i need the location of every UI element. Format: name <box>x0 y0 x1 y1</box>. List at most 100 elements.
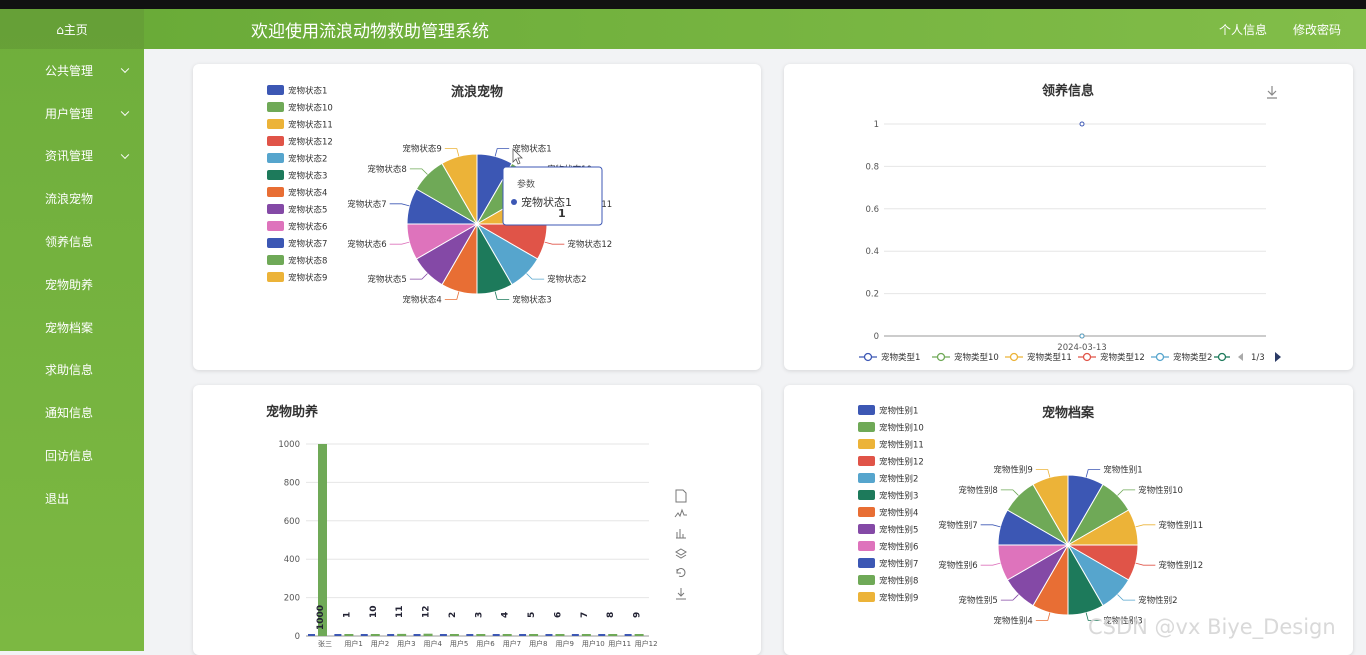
prev-page-icon[interactable] <box>1238 353 1243 361</box>
bar[interactable] <box>571 634 579 636</box>
legend-label[interactable]: 宠物性别6 <box>879 542 918 553</box>
legend-label[interactable]: 宠物性别2 <box>879 474 918 485</box>
sidebar-item-4[interactable]: 领养信息 <box>0 220 144 263</box>
legend-label[interactable]: 宠物性别9 <box>879 593 918 604</box>
legend-label[interactable]: 宠物类型1 <box>881 352 920 363</box>
legend-marker[interactable] <box>1155 352 1165 362</box>
legend-swatch[interactable] <box>858 524 875 534</box>
sidebar-item-3[interactable]: 流浪宠物 <box>0 177 144 220</box>
legend-label[interactable]: 宠物性别4 <box>879 508 918 519</box>
legend-label[interactable]: 宠物性别5 <box>879 525 918 536</box>
legend-label[interactable]: 宠物类型12 <box>1100 352 1145 363</box>
sidebar-home[interactable]: ⌂主页 <box>0 9 144 49</box>
legend-label[interactable]: 宠物性别1 <box>879 406 918 417</box>
legend-swatch[interactable] <box>267 153 284 163</box>
legend-swatch[interactable] <box>858 592 875 602</box>
bar[interactable] <box>502 634 512 636</box>
bar[interactable] <box>466 634 474 636</box>
sidebar-item-8[interactable]: 通知信息 <box>0 391 144 434</box>
legend-label[interactable]: 宠物状态12 <box>288 137 333 148</box>
legend-swatch[interactable] <box>267 204 284 214</box>
bar[interactable] <box>370 634 380 636</box>
legend-label[interactable]: 宠物状态3 <box>288 171 327 182</box>
bar[interactable] <box>423 633 433 636</box>
legend-label[interactable]: 宠物状态5 <box>288 205 327 216</box>
legend-swatch[interactable] <box>267 170 284 180</box>
legend-swatch[interactable] <box>267 187 284 197</box>
legend-label[interactable]: 宠物状态8 <box>288 256 327 267</box>
legend-swatch[interactable] <box>858 558 875 568</box>
bar[interactable] <box>344 634 354 636</box>
legend-label[interactable]: 宠物类型11 <box>1027 352 1072 363</box>
bar[interactable] <box>555 634 565 636</box>
bar-chart-icon[interactable] <box>676 529 686 539</box>
bar[interactable] <box>624 634 632 636</box>
legend-label[interactable]: 宠物状态11 <box>288 120 333 131</box>
bar[interactable] <box>598 634 606 636</box>
bar[interactable] <box>413 634 421 636</box>
legend-swatch[interactable] <box>858 456 875 466</box>
legend-label[interactable]: 宠物状态7 <box>288 239 327 250</box>
legend-swatch[interactable] <box>858 422 875 432</box>
legend-marker[interactable] <box>1082 352 1092 362</box>
legend-label[interactable]: 宠物状态10 <box>288 103 333 114</box>
legend-label[interactable]: 宠物状态9 <box>288 273 327 284</box>
bar[interactable] <box>360 634 368 636</box>
legend-swatch[interactable] <box>858 439 875 449</box>
legend-swatch[interactable] <box>858 490 875 500</box>
legend-swatch[interactable] <box>858 473 875 483</box>
sidebar-item-9[interactable]: 回访信息 <box>0 434 144 477</box>
bar[interactable] <box>634 634 644 636</box>
bar[interactable] <box>545 634 553 636</box>
sidebar-item-1[interactable]: 用户管理 <box>0 92 144 135</box>
document-icon[interactable] <box>675 489 687 503</box>
legend-marker[interactable] <box>936 352 946 362</box>
legend-swatch[interactable] <box>267 272 284 282</box>
change-password-link[interactable]: 修改密码 <box>1293 21 1341 38</box>
legend-swatch[interactable] <box>858 575 875 585</box>
legend-swatch[interactable] <box>858 405 875 415</box>
next-page-icon[interactable] <box>1275 352 1281 362</box>
profile-link[interactable]: 个人信息 <box>1219 21 1267 38</box>
legend-marker[interactable] <box>863 352 873 362</box>
bar[interactable] <box>439 634 447 636</box>
bar[interactable] <box>397 633 407 636</box>
stray-pets-chart[interactable]: 流浪宠物宠物状态1宠物状态10宠物状态11宠物状态12宠物状态2宠物状态3宠物状… <box>193 64 761 370</box>
legend-label[interactable]: 宠物性别12 <box>879 457 924 468</box>
bar[interactable] <box>519 634 527 636</box>
sidebar-item-7[interactable]: 求助信息 <box>0 349 144 392</box>
legend-swatch[interactable] <box>267 221 284 231</box>
adoption-chart[interactable]: 领养信息 0 0.2 0.4 0.6 0.8 1 2024-03-13 宠物类型1 宠物类型10 宠… <box>784 64 1353 370</box>
download-icon[interactable] <box>1267 86 1277 99</box>
bar[interactable] <box>608 634 618 636</box>
legend-swatch[interactable] <box>267 119 284 129</box>
legend-marker[interactable] <box>1009 352 1019 362</box>
legend-label[interactable]: 宠物状态1 <box>288 86 327 97</box>
sidebar-item-6[interactable]: 宠物档案 <box>0 306 144 349</box>
stack-icon[interactable] <box>675 548 687 559</box>
bar[interactable] <box>476 634 486 636</box>
legend-label[interactable]: 宠物性别3 <box>879 491 918 502</box>
bar[interactable] <box>581 634 591 636</box>
bar[interactable] <box>334 634 342 636</box>
legend-swatch[interactable] <box>267 238 284 248</box>
bar[interactable] <box>529 634 539 636</box>
legend-label[interactable]: 宠物状态6 <box>288 222 327 233</box>
legend-swatch[interactable] <box>267 102 284 112</box>
sidebar-item-2[interactable]: 资讯管理 <box>0 135 144 178</box>
data-point[interactable] <box>1079 121 1085 127</box>
sidebar-item-5[interactable]: 宠物助养 <box>0 263 144 306</box>
legend-label[interactable]: 宠物性别8 <box>879 576 918 587</box>
sidebar-item-0[interactable]: 公共管理 <box>0 49 144 92</box>
bar[interactable] <box>449 634 459 636</box>
legend-swatch[interactable] <box>267 85 284 95</box>
legend-label[interactable]: 宠物性别7 <box>879 559 918 570</box>
legend-swatch[interactable] <box>858 507 875 517</box>
legend-swatch[interactable] <box>267 136 284 146</box>
download-icon[interactable] <box>676 588 686 600</box>
legend-label[interactable]: 宠物状态2 <box>288 154 327 165</box>
legend-swatch[interactable] <box>267 255 284 265</box>
sponsorship-chart[interactable]: 宠物助养 0 200 400 600 800 1000 1000 张三 1 用户1 10 用户2 11 用户… <box>193 385 761 655</box>
data-point[interactable] <box>1079 333 1085 339</box>
legend-swatch[interactable] <box>858 541 875 551</box>
